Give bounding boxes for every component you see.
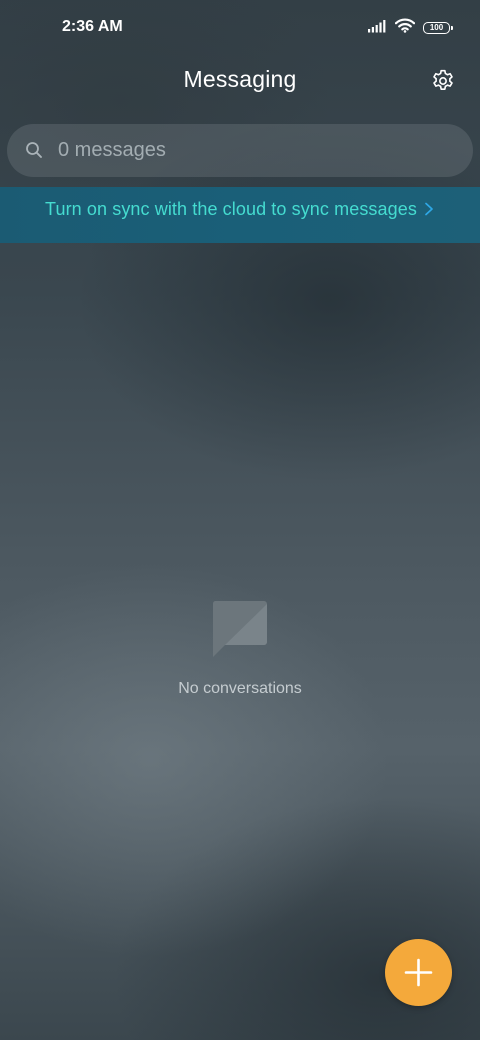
empty-state-label: No conversations: [178, 680, 302, 697]
status-icons: 100: [367, 18, 453, 38]
plus-icon: [404, 958, 433, 987]
message-bubble-icon: [212, 601, 267, 657]
settings-button[interactable]: [430, 68, 456, 94]
sync-banner-content: Turn on sync with the cloud to sync mess…: [0, 199, 480, 220]
empty-state: No conversations: [0, 598, 480, 708]
search-placeholder: 0 messages: [58, 139, 166, 161]
sync-banner[interactable]: Turn on sync with the cloud to sync mess…: [0, 187, 480, 243]
signal-icon: [367, 19, 387, 38]
sync-banner-label: Turn on sync with the cloud to sync mess…: [45, 199, 417, 219]
new-message-button[interactable]: [385, 939, 452, 1006]
chevron-right-icon: [425, 202, 433, 216]
page-title: Messaging: [183, 66, 297, 92]
search-input[interactable]: 0 messages: [7, 124, 473, 177]
battery-icon: 100: [423, 22, 453, 34]
search-icon: [26, 142, 42, 158]
status-bar: 2:36 AM 100: [0, 0, 480, 56]
header: Messaging: [0, 56, 480, 108]
battery-level: 100: [429, 23, 444, 32]
wifi-icon: [394, 18, 416, 38]
status-time: 2:36 AM: [62, 18, 123, 35]
gear-icon: [433, 69, 453, 90]
